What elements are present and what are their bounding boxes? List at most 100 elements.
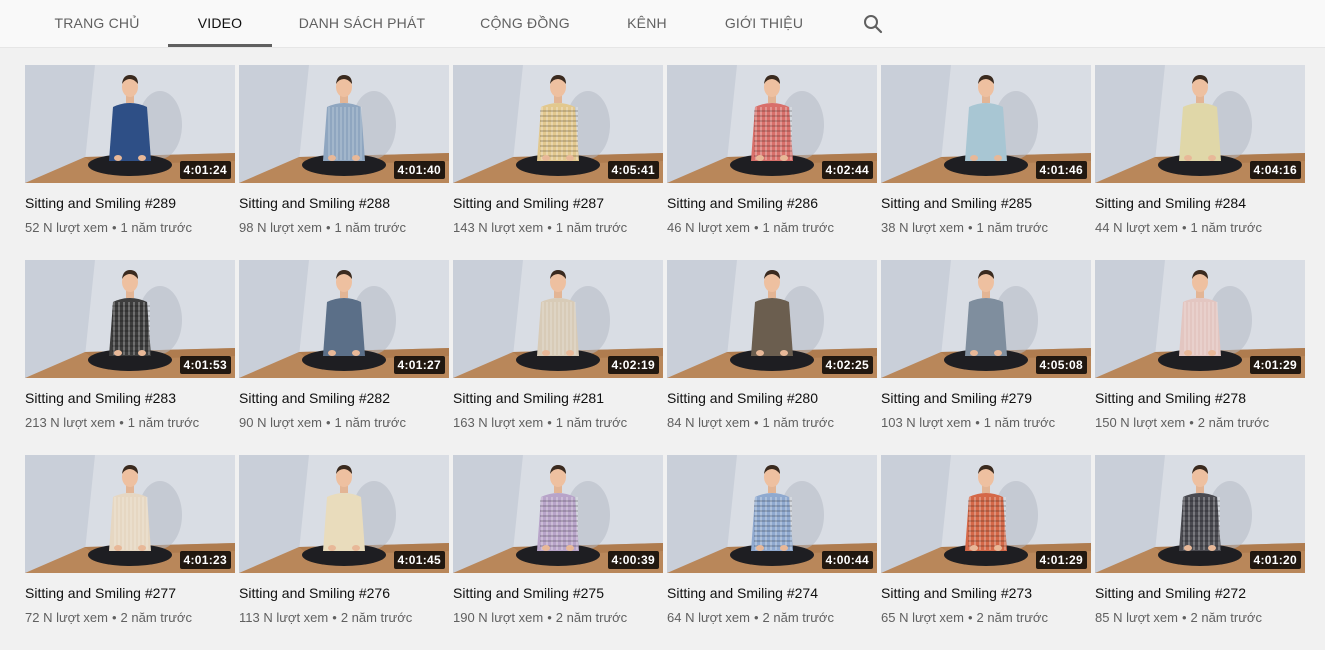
video-title[interactable]: Sitting and Smiling #278 [1095, 389, 1305, 407]
view-count: 90 N lượt xem [239, 415, 322, 430]
view-count: 143 N lượt xem [453, 220, 544, 235]
view-count: 52 N lượt xem [25, 220, 108, 235]
video-card[interactable]: 4:01:20 Sitting and Smiling #272 85 N lư… [1095, 455, 1305, 650]
video-thumbnail[interactable]: 4:00:39 [453, 455, 663, 573]
video-title[interactable]: Sitting and Smiling #282 [239, 389, 449, 407]
video-card[interactable]: 4:05:41 Sitting and Smiling #287 143 N l… [453, 65, 663, 260]
video-card[interactable]: 4:01:53 Sitting and Smiling #283 213 N l… [25, 260, 235, 455]
channel-search-button[interactable] [860, 11, 886, 37]
view-count: 150 N lượt xem [1095, 415, 1186, 430]
tab-playlists[interactable]: DANH SÁCH PHÁT [287, 0, 437, 47]
video-thumbnail[interactable]: 4:01:29 [881, 455, 1091, 573]
tab-videos[interactable]: VIDEO [168, 0, 272, 47]
video-duration: 4:01:40 [393, 161, 445, 179]
video-thumbnail[interactable]: 4:02:19 [453, 260, 663, 378]
upload-age: 2 năm trước [120, 610, 192, 625]
video-card[interactable]: 4:01:45 Sitting and Smiling #276 113 N l… [239, 455, 449, 650]
video-card[interactable]: 4:01:40 Sitting and Smiling #288 98 N lư… [239, 65, 449, 260]
video-card[interactable]: 4:01:24 Sitting and Smiling #289 52 N lư… [25, 65, 235, 260]
video-card[interactable]: 4:01:27 Sitting and Smiling #282 90 N lư… [239, 260, 449, 455]
video-title[interactable]: Sitting and Smiling #276 [239, 584, 449, 602]
video-card[interactable]: 4:01:29 Sitting and Smiling #278 150 N l… [1095, 260, 1305, 455]
video-card[interactable]: 4:04:16 Sitting and Smiling #284 44 N lư… [1095, 65, 1305, 260]
video-thumbnail[interactable]: 4:01:40 [239, 65, 449, 183]
video-duration: 4:05:08 [1035, 356, 1087, 374]
meta-separator: • [967, 610, 973, 625]
video-duration: 4:01:29 [1249, 356, 1301, 374]
video-card[interactable]: 4:00:44 Sitting and Smiling #274 64 N lư… [667, 455, 877, 650]
video-thumbnail[interactable]: 4:05:41 [453, 65, 663, 183]
video-thumbnail[interactable]: 4:01:53 [25, 260, 235, 378]
meta-separator: • [119, 415, 124, 430]
video-thumbnail[interactable]: 4:02:44 [667, 65, 877, 183]
video-thumbnail[interactable]: 4:01:27 [239, 260, 449, 378]
channel-tab-bar: TRANG CHỦ VIDEO DANH SÁCH PHÁT CỘNG ĐỒNG… [0, 0, 1325, 48]
video-card[interactable]: 4:01:46 Sitting and Smiling #285 38 N lư… [881, 65, 1091, 260]
view-count: 38 N lượt xem [881, 220, 964, 235]
video-title[interactable]: Sitting and Smiling #275 [453, 584, 663, 602]
video-title[interactable]: Sitting and Smiling #273 [881, 584, 1091, 602]
video-title[interactable]: Sitting and Smiling #283 [25, 389, 235, 407]
video-thumbnail[interactable]: 4:04:16 [1095, 65, 1305, 183]
video-metadata: 85 N lượt xem • 2 năm trước [1095, 609, 1305, 627]
meta-separator: • [111, 220, 117, 235]
meta-separator: • [111, 610, 117, 625]
video-thumbnail[interactable]: 4:01:46 [881, 65, 1091, 183]
tab-about[interactable]: GIỚI THIỆU [714, 0, 814, 47]
video-card[interactable]: 4:05:08 Sitting and Smiling #279 103 N l… [881, 260, 1091, 455]
video-thumbnail[interactable]: 4:05:08 [881, 260, 1091, 378]
video-card[interactable]: 4:02:25 Sitting and Smiling #280 84 N lư… [667, 260, 877, 455]
view-count: 163 N lượt xem [453, 415, 544, 430]
video-duration: 4:01:53 [179, 356, 231, 374]
video-metadata: 46 N lượt xem • 1 năm trước [667, 219, 877, 237]
video-card[interactable]: 4:02:19 Sitting and Smiling #281 163 N l… [453, 260, 663, 455]
tab-channels[interactable]: KÊNH [612, 0, 682, 47]
video-thumbnail[interactable]: 4:01:29 [1095, 260, 1305, 378]
meta-separator: • [547, 415, 552, 430]
video-thumbnail[interactable]: 4:01:24 [25, 65, 235, 183]
video-title[interactable]: Sitting and Smiling #280 [667, 389, 877, 407]
upload-age: 2 năm trước [555, 610, 628, 625]
tab-home[interactable]: TRANG CHỦ [42, 0, 152, 47]
video-title[interactable]: Sitting and Smiling #272 [1095, 584, 1305, 602]
upload-age: 1 năm trước [1190, 220, 1262, 235]
video-thumbnail[interactable]: 4:00:44 [667, 455, 877, 573]
view-count: 113 N lượt xem [239, 610, 329, 625]
video-metadata: 190 N lượt xem • 2 năm trước [453, 609, 663, 627]
video-title[interactable]: Sitting and Smiling #288 [239, 194, 449, 212]
video-duration: 4:01:20 [1249, 551, 1301, 569]
meta-separator: • [1181, 610, 1187, 625]
video-metadata: 103 N lượt xem • 1 năm trước [881, 414, 1091, 432]
video-title[interactable]: Sitting and Smiling #274 [667, 584, 877, 602]
video-duration: 4:01:46 [1035, 161, 1087, 179]
video-metadata: 38 N lượt xem • 1 năm trước [881, 219, 1091, 237]
video-title[interactable]: Sitting and Smiling #289 [25, 194, 235, 212]
video-thumbnail[interactable]: 4:02:25 [667, 260, 877, 378]
video-title[interactable]: Sitting and Smiling #284 [1095, 194, 1305, 212]
video-duration: 4:02:25 [821, 356, 873, 374]
upload-age: 1 năm trước [334, 220, 406, 235]
video-grid: 4:01:24 Sitting and Smiling #289 52 N lư… [25, 65, 1305, 650]
video-thumbnail[interactable]: 4:01:20 [1095, 455, 1305, 573]
video-metadata: 213 N lượt xem • 1 năm trước [25, 414, 235, 432]
view-count: 84 N lượt xem [667, 415, 750, 430]
tab-community[interactable]: CỘNG ĐỒNG [470, 0, 580, 47]
video-title[interactable]: Sitting and Smiling #279 [881, 389, 1091, 407]
video-thumbnail[interactable]: 4:01:45 [239, 455, 449, 573]
video-card[interactable]: 4:00:39 Sitting and Smiling #275 190 N l… [453, 455, 663, 650]
video-title[interactable]: Sitting and Smiling #287 [453, 194, 663, 212]
video-thumbnail[interactable]: 4:01:23 [25, 455, 235, 573]
video-card[interactable]: 4:01:29 Sitting and Smiling #273 65 N lư… [881, 455, 1091, 650]
video-title[interactable]: Sitting and Smiling #281 [453, 389, 663, 407]
video-title[interactable]: Sitting and Smiling #285 [881, 194, 1091, 212]
meta-separator: • [1189, 415, 1194, 430]
video-card[interactable]: 4:02:44 Sitting and Smiling #286 46 N lư… [667, 65, 877, 260]
video-title[interactable]: Sitting and Smiling #286 [667, 194, 877, 212]
video-duration: 4:01:23 [179, 551, 231, 569]
video-metadata: 44 N lượt xem • 1 năm trước [1095, 219, 1305, 237]
video-metadata: 72 N lượt xem • 2 năm trước [25, 609, 235, 627]
upload-age: 1 năm trước [120, 220, 192, 235]
meta-separator: • [332, 610, 337, 625]
video-card[interactable]: 4:01:23 Sitting and Smiling #277 72 N lư… [25, 455, 235, 650]
video-title[interactable]: Sitting and Smiling #277 [25, 584, 235, 602]
